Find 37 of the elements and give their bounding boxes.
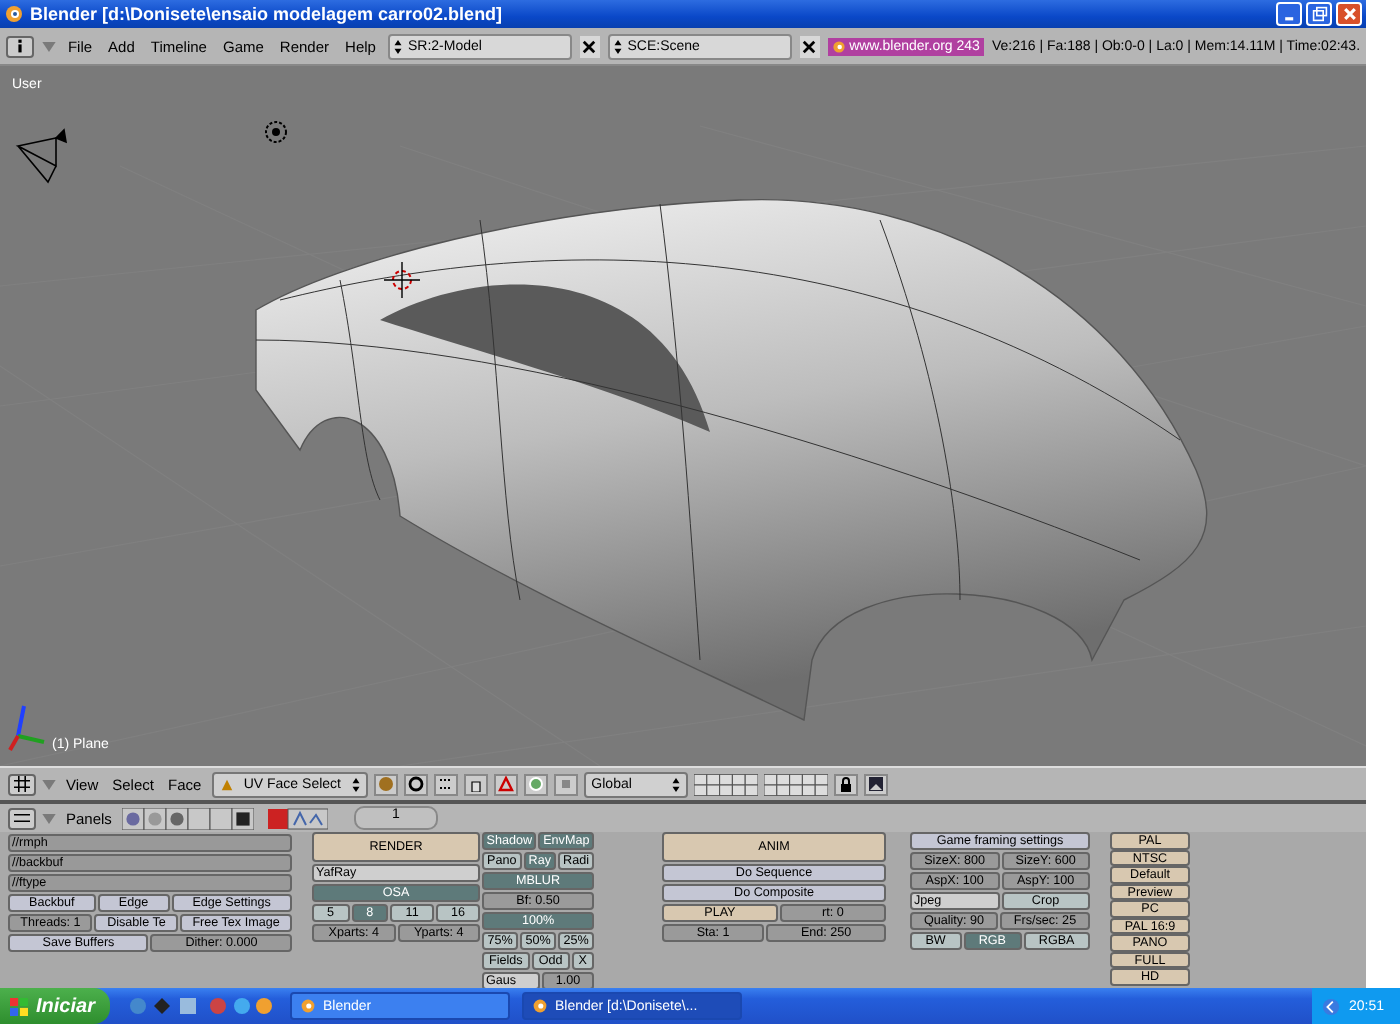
circle-icon[interactable] bbox=[523, 773, 548, 795]
layer-grid-icon[interactable] bbox=[693, 773, 758, 795]
camera-icon bbox=[17, 128, 68, 184]
up-down-arrows-icon bbox=[351, 777, 360, 791]
delete-button[interactable] bbox=[799, 35, 820, 57]
triangle-icon[interactable] bbox=[493, 773, 518, 795]
lamp-icon bbox=[265, 121, 287, 143]
editor-type-button[interactable] bbox=[6, 35, 34, 57]
minimize-button[interactable] bbox=[1276, 2, 1302, 26]
chevron-icon[interactable] bbox=[1322, 997, 1341, 1015]
lines-icon bbox=[14, 810, 30, 826]
editor-type-button[interactable] bbox=[8, 773, 36, 795]
close-icon bbox=[1341, 6, 1357, 22]
up-down-arrows-icon bbox=[393, 39, 402, 53]
3d-cursor-icon bbox=[383, 261, 421, 299]
layer-grid-icon[interactable] bbox=[763, 773, 828, 795]
dotted-grid-icon[interactable] bbox=[433, 773, 458, 795]
app-logo-icon bbox=[532, 998, 549, 1014]
up-down-arrows-icon bbox=[613, 39, 622, 53]
pivot-icon[interactable] bbox=[403, 773, 428, 795]
render-context-icons[interactable] bbox=[267, 807, 328, 829]
triangle-icon bbox=[219, 777, 234, 791]
window-title: Blender [d:\Donisete\ensaio modelagem carro02.blend] bbox=[30, 4, 505, 24]
restore-button[interactable] bbox=[1306, 2, 1332, 26]
delete-button[interactable] bbox=[579, 35, 600, 57]
axis-gizmo-icon bbox=[8, 705, 45, 751]
app-logo-icon bbox=[4, 4, 24, 24]
app-logo-icon bbox=[300, 998, 317, 1014]
lock-icon[interactable] bbox=[833, 773, 858, 795]
render-view-icon[interactable] bbox=[863, 773, 888, 795]
close-button[interactable] bbox=[1336, 2, 1362, 26]
restore-icon bbox=[1311, 6, 1327, 22]
logo-icon bbox=[831, 39, 846, 53]
context-icons[interactable] bbox=[121, 807, 254, 829]
up-down-arrows-icon bbox=[671, 777, 680, 791]
windows-logo-icon bbox=[10, 997, 28, 1015]
editor-type-button[interactable] bbox=[8, 807, 36, 829]
